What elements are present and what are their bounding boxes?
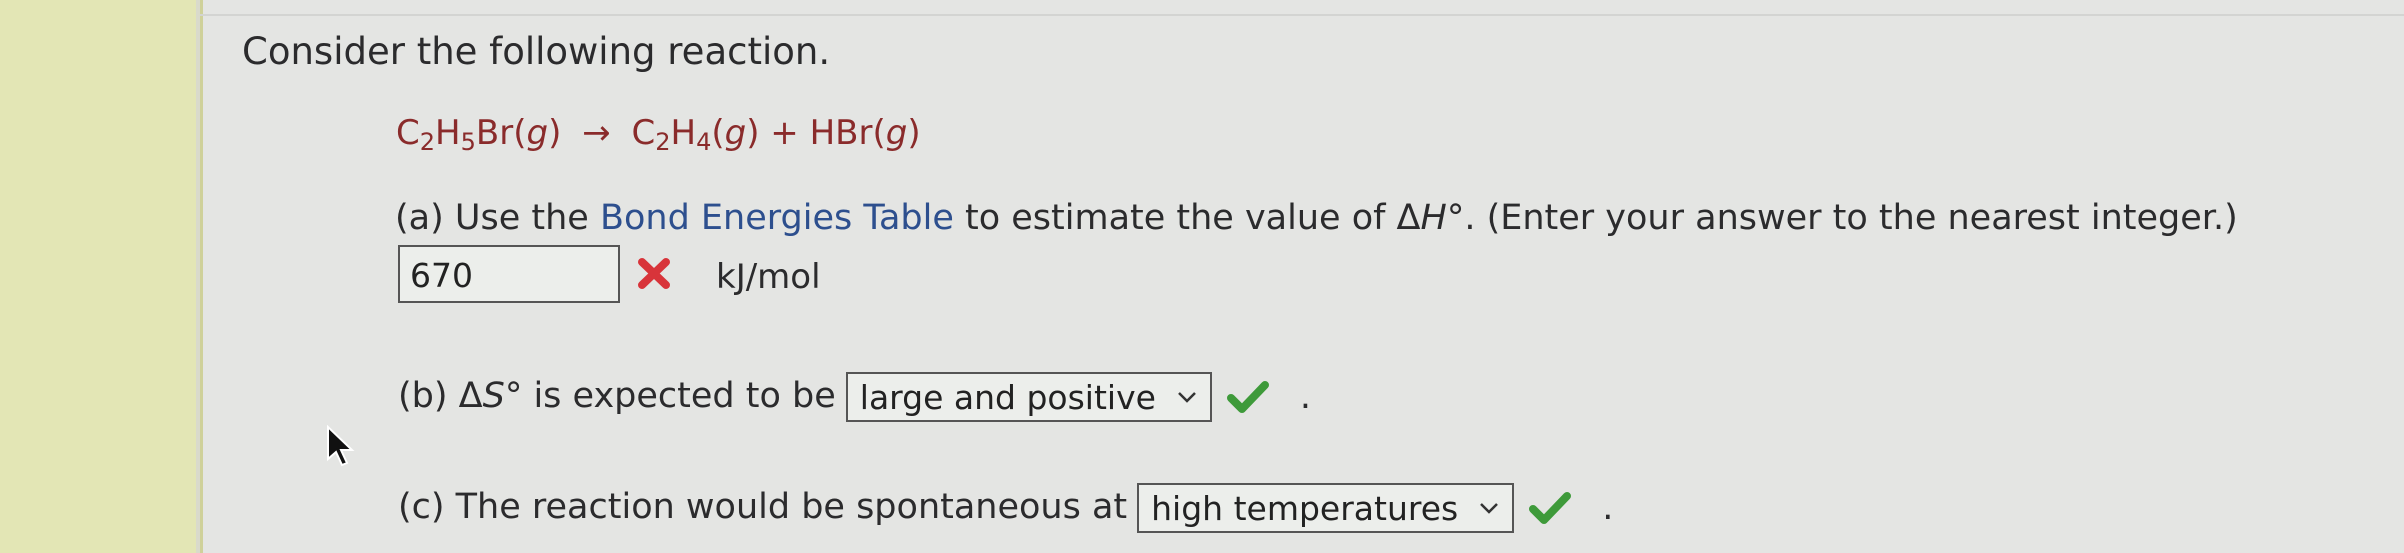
spontaneity-dropdown[interactable]: high temperatures bbox=[1137, 483, 1515, 533]
bond-energies-table-link[interactable]: Bond Energies Table bbox=[600, 198, 954, 238]
chevron-down-icon bbox=[1178, 392, 1196, 403]
left-highlight-strip bbox=[0, 0, 203, 553]
unit-label: kJ/mol bbox=[716, 257, 821, 297]
chevron-down-icon bbox=[1480, 503, 1499, 514]
question-heading: Consider the following reaction. bbox=[242, 30, 831, 73]
question-panel: Consider the following reaction. C2H5Br(… bbox=[200, 0, 2404, 553]
entropy-dropdown[interactable]: large and positive bbox=[845, 372, 1212, 422]
part-b-prompt: (b) ΔS° is expected to be large and posit… bbox=[398, 372, 1311, 422]
question-marker-bar bbox=[0, 0, 196, 553]
part-a-prompt: (a) Use the Bond Energies Table to estim… bbox=[395, 198, 2238, 238]
enthalpy-answer-input[interactable]: 670 bbox=[398, 245, 620, 303]
reaction-equation: C2H5Br(g) → C2H4(g) + HBr(g) bbox=[396, 113, 921, 156]
correct-check-icon bbox=[1226, 381, 1269, 413]
reaction-arrow: → bbox=[582, 113, 611, 153]
mouse-pointer-icon bbox=[327, 425, 355, 467]
incorrect-x-icon bbox=[638, 258, 670, 289]
part-c-prompt: (c) The reaction would be spontaneous at… bbox=[398, 483, 1613, 533]
correct-check-icon bbox=[1529, 492, 1572, 524]
